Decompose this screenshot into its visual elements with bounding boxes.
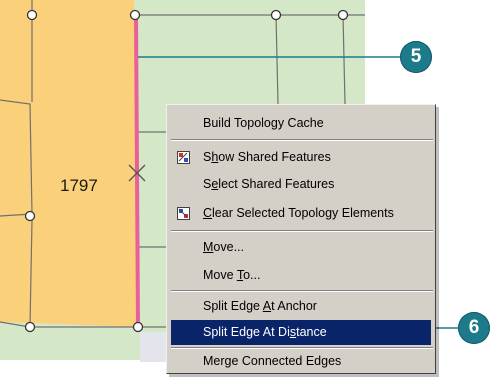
vertex (337, 9, 349, 21)
parcel-label: 1797 (60, 176, 98, 195)
callout-6: 6 (458, 312, 490, 344)
menu-item-label: Move To... (203, 268, 261, 282)
vertex (270, 9, 282, 21)
menu-item-clear-selected-topology-elements[interactable]: Clear Selected Topology Elements (171, 201, 431, 226)
menu-item-label: Split Edge At Anchor (203, 299, 317, 313)
menu-item-split-edge-at-anchor[interactable]: Split Edge At Anchor (171, 294, 431, 319)
menu-item-show-shared-features[interactable]: Show Shared Features (171, 145, 431, 170)
menu-item-build-topology-cache[interactable]: Build Topology Cache (171, 111, 431, 136)
menu-item-move-to[interactable]: Move To... (171, 263, 431, 288)
menu-item-label: Move... (203, 240, 244, 254)
vertex (129, 9, 141, 21)
menu-item-merge-connected-edges[interactable]: Merge Connected Edges (171, 349, 431, 374)
vertex (26, 9, 38, 21)
menu-item-label: Clear Selected Topology Elements (203, 206, 394, 220)
menu-item-select-shared-features[interactable]: Select Shared Features (171, 172, 431, 197)
menu-separator (171, 230, 433, 232)
menu-item-label: Split Edge At Distance (203, 325, 327, 339)
shared-edge[interactable] (134, 14, 140, 328)
vertex (24, 321, 36, 333)
topology-context-menu: Build Topology Cache Show Shared Feature… (166, 104, 436, 374)
parcel-1797[interactable] (0, 0, 138, 327)
menu-item-move[interactable]: Move... (171, 235, 431, 260)
menu-separator (171, 290, 433, 292)
callout-5: 5 (400, 41, 432, 73)
menu-item-label: Select Shared Features (203, 177, 335, 191)
menu-separator (171, 139, 433, 141)
menu-item-split-edge-at-distance[interactable]: Split Edge At Distance (171, 320, 431, 345)
clear-topology-icon (177, 207, 190, 220)
vertex (132, 321, 144, 333)
vertex (24, 210, 36, 222)
menu-item-label: Show Shared Features (203, 150, 331, 164)
shared-features-icon (177, 151, 190, 164)
menu-item-label: Build Topology Cache (203, 116, 324, 130)
menu-item-label: Merge Connected Edges (203, 354, 342, 368)
screenshot-stage: 1797 5 6 Build Topology Cache Show Share… (0, 0, 492, 378)
